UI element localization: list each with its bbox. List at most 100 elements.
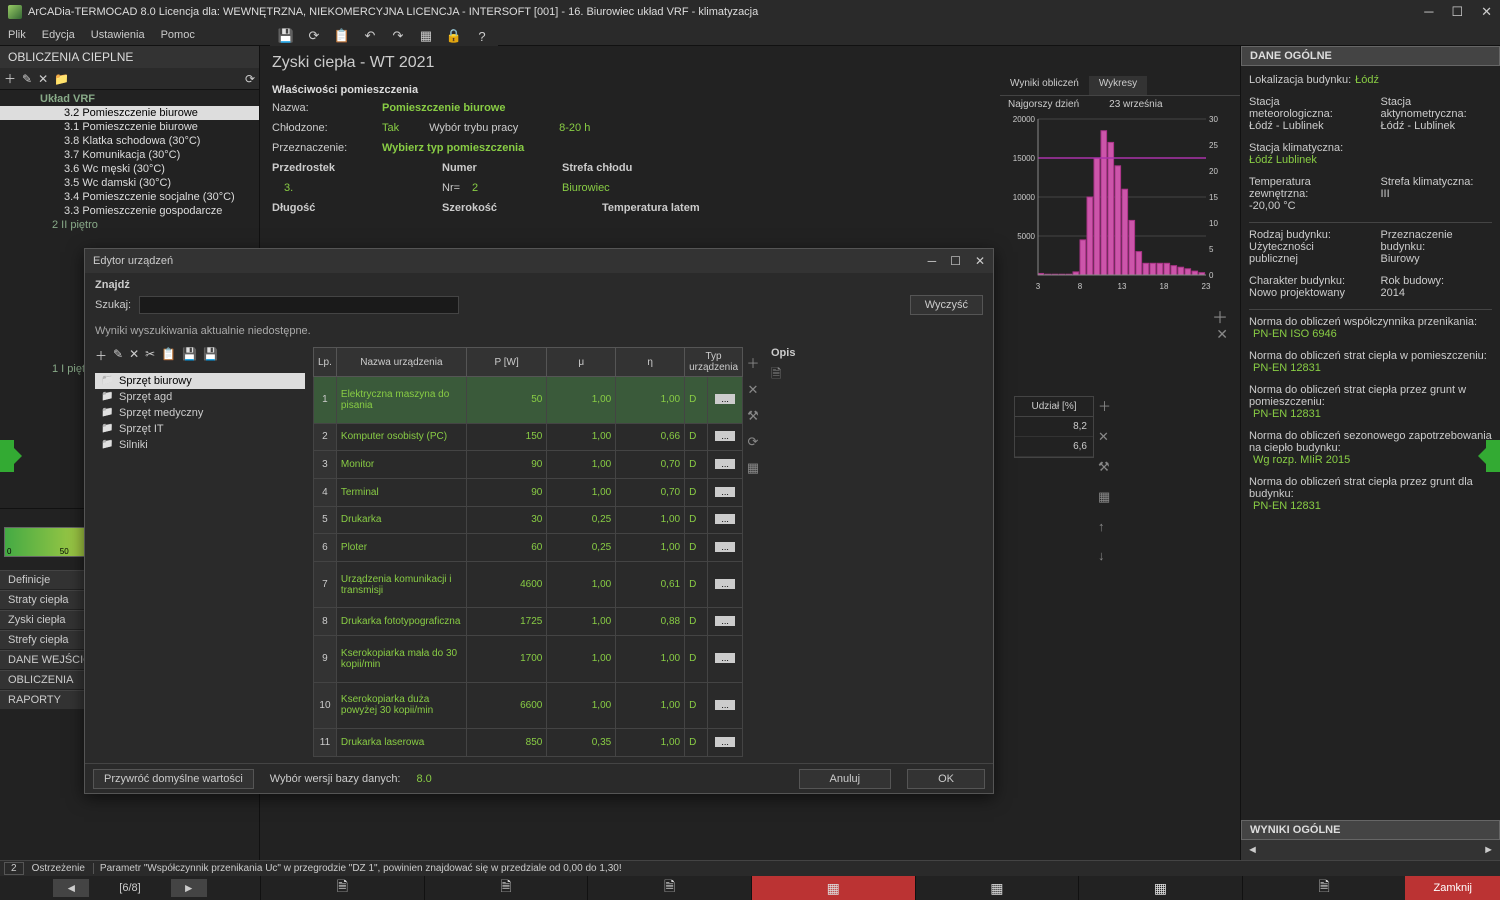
table-row[interactable]: 11Drukarka laserowa8500,351,00D... <box>314 729 743 757</box>
status-seg[interactable]: 🗎 <box>1242 876 1406 900</box>
db-version-value[interactable]: 8.0 <box>417 773 432 785</box>
modal-close-icon[interactable]: ✕ <box>975 254 985 268</box>
status-seg[interactable]: 🗎 <box>260 876 424 900</box>
tree-node[interactable]: 3.2 Pomieszczenie biurowe <box>0 106 259 120</box>
menu-edit[interactable]: Edycja <box>42 29 75 41</box>
room-name-value[interactable]: Pomieszczenie biurowe <box>382 102 505 114</box>
restore-defaults-button[interactable]: Przywróć domyślne wartości <box>93 769 254 789</box>
lock-icon[interactable]: 🔒 <box>446 28 462 44</box>
more-button[interactable]: ... <box>715 487 735 497</box>
search-input[interactable] <box>139 296 459 314</box>
modal-minimize-icon[interactable]: ─ <box>928 254 937 268</box>
add-icon[interactable]: ＋ <box>1098 396 1118 415</box>
clear-button[interactable]: Wyczyść <box>910 295 983 315</box>
save-icon[interactable]: 💾 <box>182 347 197 367</box>
more-button[interactable]: ... <box>715 653 735 663</box>
paste-icon[interactable]: 📋 <box>161 347 176 367</box>
delete-icon[interactable]: ✕ <box>38 72 48 86</box>
modal-maximize-icon[interactable]: ☐ <box>950 254 961 268</box>
status-seg[interactable]: ▦ <box>1078 876 1242 900</box>
refresh-icon[interactable]: ⟳ <box>748 434 759 450</box>
table-row[interactable]: 10Kserokopiarka duża powyżej 30 kopii/mi… <box>314 682 743 729</box>
category-item[interactable]: Sprzęt medyczny <box>95 405 305 421</box>
undo-icon[interactable]: ↶ <box>362 28 378 44</box>
edit-icon[interactable]: ✎ <box>113 347 123 367</box>
category-item[interactable]: Silniki <box>95 437 305 453</box>
menu-help[interactable]: Pomoc <box>161 29 195 41</box>
saveall-icon[interactable]: 💾 <box>203 347 218 367</box>
more-button[interactable]: ... <box>715 616 735 626</box>
menu-settings[interactable]: Ustawienia <box>91 29 145 41</box>
category-item[interactable]: Sprzęt biurowy <box>95 373 305 389</box>
ok-button[interactable]: OK <box>907 769 985 789</box>
tree-node[interactable]: 3.1 Pomieszczenie biurowe <box>0 120 259 134</box>
table-row[interactable]: 5Drukarka300,251,00D... <box>314 506 743 534</box>
more-button[interactable]: ... <box>715 542 735 552</box>
cut-icon[interactable]: ✂ <box>145 347 155 367</box>
scroll-left-icon[interactable]: ◄ <box>1247 844 1258 856</box>
tab-charts[interactable]: Wykresy <box>1089 76 1147 95</box>
cancel-button[interactable]: Anuluj <box>799 769 892 789</box>
tool-icon[interactable]: ⚒ <box>1098 459 1118 475</box>
close-button[interactable]: ✕ <box>1481 4 1492 20</box>
status-seg-active[interactable]: ▦ <box>751 876 915 900</box>
left-edge-handle[interactable] <box>0 440 14 472</box>
redo-icon[interactable]: ↷ <box>390 28 406 44</box>
tree-node[interactable]: 3.8 Klatka schodowa (30°C) <box>0 134 259 148</box>
more-button[interactable]: ... <box>715 579 735 589</box>
tree-node[interactable]: 3.5 Wc damski (30°C) <box>0 176 259 190</box>
status-seg[interactable]: 🗎 <box>587 876 751 900</box>
save-icon[interactable]: 💾 <box>278 28 294 44</box>
tool-icon[interactable]: ⚒ <box>747 408 759 424</box>
up-icon[interactable]: ↑ <box>1098 519 1118 534</box>
add-device-icon[interactable]: ＋ <box>1212 304 1228 328</box>
tab-results[interactable]: Wyniki obliczeń <box>1000 76 1089 95</box>
table-row[interactable]: 4Terminal901,000,70D... <box>314 478 743 506</box>
layers-icon[interactable]: ▦ <box>418 28 434 44</box>
more-button[interactable]: ... <box>715 700 735 710</box>
status-seg[interactable]: ▦ <box>915 876 1079 900</box>
add-row-icon[interactable]: ＋ <box>746 353 759 372</box>
more-button[interactable]: ... <box>715 459 735 469</box>
tree-node[interactable]: 3.7 Komunikacja (30°C) <box>0 148 259 162</box>
minimize-button[interactable]: ─ <box>1424 4 1433 20</box>
tree-section[interactable]: 2 II piętro <box>0 218 259 232</box>
table-row[interactable]: 8Drukarka fototypograficzna17251,000,88D… <box>314 608 743 636</box>
more-button[interactable]: ... <box>715 514 735 524</box>
category-item[interactable]: Sprzęt agd <box>95 389 305 405</box>
delete-icon[interactable]: ✕ <box>129 347 139 367</box>
edit-icon[interactable]: ✎ <box>22 72 32 86</box>
tree-node[interactable]: 3.6 Wc męski (30°C) <box>0 162 259 176</box>
tree-node[interactable]: 3.4 Pomieszczenie socjalne (30°C) <box>0 190 259 204</box>
note-icon[interactable]: 🗎 <box>771 366 781 381</box>
table-row[interactable]: 7Urządzenia komunikacji i transmisji4600… <box>314 561 743 608</box>
page-next-button[interactable]: ► <box>171 879 207 897</box>
table-row[interactable]: 9Kserokopiarka mała do 30 kopii/min17001… <box>314 636 743 683</box>
table-row[interactable]: 3Monitor901,000,70D... <box>314 451 743 479</box>
refresh-icon[interactable]: ⟳ <box>306 28 322 44</box>
category-item[interactable]: Sprzęt IT <box>95 421 305 437</box>
more-button[interactable]: ... <box>715 737 735 747</box>
copy-icon[interactable]: 📋 <box>334 28 350 44</box>
close-device-icon[interactable]: ✕ <box>1216 326 1228 343</box>
menu-file[interactable]: Plik <box>8 29 26 41</box>
right-edge-handle[interactable] <box>1486 440 1500 472</box>
page-prev-button[interactable]: ◄ <box>53 879 89 897</box>
device-table[interactable]: Lp. Nazwa urządzenia P [W] μ η Typ urząd… <box>313 347 743 757</box>
more-button[interactable]: ... <box>715 431 735 441</box>
mode-value[interactable]: 8-20 h <box>559 122 590 134</box>
add-icon[interactable]: ＋ <box>4 70 16 87</box>
sync-icon[interactable]: ⟳ <box>245 72 255 86</box>
delete-row-icon[interactable]: ✕ <box>748 382 759 398</box>
table-row[interactable]: 6Ploter600,251,00D... <box>314 534 743 562</box>
purpose-value[interactable]: Wybierz typ pomieszczenia <box>382 142 524 154</box>
more-button[interactable]: ... <box>715 394 735 404</box>
cooled-value[interactable]: Tak <box>382 122 399 134</box>
remove-icon[interactable]: ✕ <box>1098 429 1118 445</box>
right-header-2[interactable]: WYNIKI OGÓLNE <box>1241 820 1500 840</box>
close-project-button[interactable]: Zamknij <box>1405 876 1500 900</box>
status-seg[interactable]: 🗎 <box>424 876 588 900</box>
folder-icon[interactable]: 📁 <box>54 72 69 86</box>
table-row[interactable]: 1Elektryczna maszyna do pisania501,001,0… <box>314 377 743 424</box>
add-icon[interactable]: ＋ <box>95 347 107 367</box>
